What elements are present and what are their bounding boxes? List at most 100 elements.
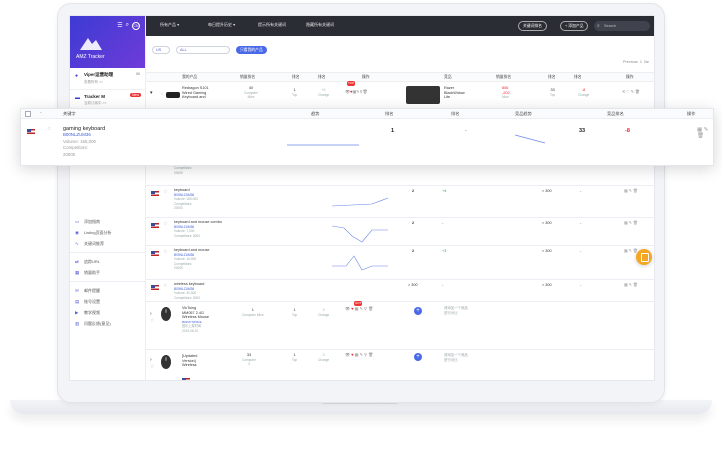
sidebar-item-url[interactable]: ⇄ 追踪URL: [70, 256, 145, 267]
col-comp-trend[interactable]: 竞品趋势: [515, 111, 532, 117]
keyword-rank-change: -: [465, 128, 467, 134]
trash-icon[interactable]: 🗑: [363, 89, 368, 94]
keyword-trend-sparkline: [332, 225, 388, 243]
collapse-icon[interactable]: ⌃: [39, 111, 43, 116]
col-trend[interactable]: 趋势: [311, 111, 319, 117]
add-product-button[interactable]: + 添加产品: [560, 21, 589, 31]
product-row[interactable]: › ☆ VicTsing MM057 2.4G Wireless Mouse B…: [146, 301, 654, 350]
row-action-icons[interactable]: ▦ ✎ 🗑: [624, 189, 638, 194]
previous-link[interactable]: Previous: [623, 60, 638, 64]
col-comp-rank2[interactable]: 排名: [574, 75, 582, 80]
col-rank[interactable]: 排名: [385, 111, 393, 117]
comp-keyword-rank: 33: [579, 128, 586, 134]
keyword-row[interactable]: Competitors: 20000: [146, 164, 654, 186]
keyword-rank-button[interactable]: 关键词排名: [518, 21, 547, 31]
category-select[interactable]: ALL: [176, 46, 230, 54]
comp-rank-change: -8 Change: [578, 88, 589, 97]
marketplace-select[interactable]: US: [152, 46, 170, 54]
top-bar: 所有产品 ▾ 每日提升历史 ▾ 提示所有关键词 隐藏所有关键词 关键词排名 + …: [146, 16, 654, 36]
search-icon: ⌕: [597, 23, 600, 29]
product-name[interactable]: VicTsing MM057 2.4G Wireless Mouse B01MY…: [182, 306, 209, 334]
keyword-row[interactable]: ☆ keyboard B00NLZUM36 Volume: 165,000 Co…: [146, 186, 654, 218]
sidebar-item-videos[interactable]: ▶ 教学视频: [70, 307, 145, 318]
search-icon[interactable]: ⌕: [126, 22, 129, 30]
my-products-button[interactable]: 只看我的产品: [236, 46, 267, 54]
card-action-icons[interactable]: ▦ ✎ 🗑: [697, 127, 713, 139]
select-all-checkbox[interactable]: [25, 111, 31, 117]
chat-button[interactable]: [636, 249, 652, 265]
action-icons[interactable]: 👁 ♥ ▦ ✎ ⚲ 🗑: [345, 352, 373, 358]
star-icon[interactable]: ☆: [150, 365, 154, 370]
action-icons[interactable]: 👁♥▦✎⚲🗑: [345, 89, 368, 95]
hint-line: 请添加一个竞品: [444, 353, 468, 357]
product-row[interactable]: ▾ ☆ Redragon S101 Wired Gaming Keyboard …: [146, 81, 654, 110]
col-keyword[interactable]: 关键字: [63, 111, 76, 117]
col-my-product[interactable]: 我的产品: [182, 75, 197, 80]
add-competitor-icon[interactable]: +: [414, 307, 422, 315]
star-icon[interactable]: ☆: [163, 189, 167, 195]
search-placeholder: Search: [604, 24, 617, 28]
col-rank2[interactable]: 排名: [318, 75, 326, 80]
row-action-icons[interactable]: ▦ ✎ 🗑: [624, 283, 638, 288]
page-number[interactable]: 1: [640, 60, 642, 64]
col-comp-sales[interactable]: 销量排名: [496, 75, 511, 80]
star-icon[interactable]: ☆: [47, 126, 51, 132]
keyword-info: gaming keyboard B00NLZUM36 Volume: 165,0…: [63, 126, 105, 158]
account-item-viper[interactable]: ● Viper运营助理 查看所有 >> 88: [70, 68, 145, 90]
sidebar-item-listing[interactable]: ◉ Listing页面分析: [70, 227, 145, 238]
product-name[interactable]: [Updated Version] Wireless: [182, 354, 197, 368]
menu-hide-keywords[interactable]: 隐藏所有关键词: [306, 22, 334, 28]
action-icons[interactable]: 👁 ♥ ▦ ✎ ⚲ 🗑: [345, 306, 373, 312]
col-rank[interactable]: 排名: [292, 75, 300, 80]
star-icon[interactable]: ☆: [163, 283, 167, 289]
sidebar-item-feedback[interactable]: ▥ 问题反馈(意见): [70, 318, 145, 329]
expand-chevron-icon[interactable]: ▾: [150, 91, 153, 96]
menu-icon[interactable]: ☰: [117, 22, 122, 30]
menu-all-products[interactable]: 所有产品 ▾: [160, 22, 179, 28]
tracker-icon: ▬: [75, 95, 80, 101]
star-icon[interactable]: ☆: [150, 319, 154, 324]
comp-action-icons[interactable]: ⟲ ♡ ✎ 🗑: [622, 90, 640, 95]
keyword-row[interactable]: ☆ wireless keyboard B00NLZUM36 Volume: 3…: [146, 280, 654, 302]
rank-change-label: Change: [318, 357, 330, 362]
add-competitor-icon[interactable]: +: [414, 353, 422, 361]
col-comp-rank[interactable]: 排名: [548, 75, 556, 80]
col-comp-rank[interactable]: 竞品排名: [607, 111, 624, 117]
competitor-name[interactable]: Razer BlackWidow Lite: [444, 86, 465, 100]
star-icon[interactable]: ☆: [160, 92, 163, 97]
top-badge: TOP: [347, 81, 356, 86]
sidebar-item-sales[interactable]: ▦ 销量助手: [70, 267, 145, 278]
comp-keyword-change: -: [580, 249, 582, 253]
next-link[interactable]: Ne: [644, 60, 649, 64]
sidebar-item-guide[interactable]: ▭ 添加指南: [70, 216, 145, 227]
keyword-info: wireless keyboard B00NLZUM36 Volume: 30,…: [174, 282, 204, 300]
menu-show-keywords[interactable]: 提示所有关键词: [258, 22, 286, 28]
sidebar-item-label: 销量助手: [84, 270, 100, 275]
col-rank2[interactable]: 排名: [451, 111, 459, 117]
row-action-icons[interactable]: ▦ ✎ 🗑: [624, 221, 638, 226]
product-row[interactable]: › ☆ [Updated Version] Wireless 33 Comput…: [146, 350, 654, 380]
star-icon[interactable]: ☆: [163, 249, 167, 255]
keyword-row[interactable]: ☆ keyboard and mouse combo B00NLZUM36 Vo…: [146, 218, 654, 246]
comp-rank-top: 33 Top: [550, 88, 555, 97]
competitor-name-line: Lite: [444, 95, 451, 100]
keyword-detail-card: ⌃ 关键字 趋势 排名 排名 竞品趋势 竞品排名 操作 ☆ gaming key…: [20, 108, 714, 166]
col-sales-rank[interactable]: 销量排名: [240, 75, 255, 80]
account-count: 88: [136, 72, 140, 76]
expand-chevron-icon[interactable]: ›: [150, 358, 152, 363]
sidebar-item-keywords[interactable]: ∿ 关键词推荐: [70, 238, 145, 249]
col-competitor[interactable]: 竞品: [444, 75, 452, 80]
sidebar-item-email[interactable]: ✉ 邮件提醒: [70, 285, 145, 296]
keyword-info: keyboard B00NLZUM36 Volume: 165,000 Comp…: [174, 188, 198, 211]
search-input[interactable]: ⌕ Search: [594, 21, 650, 31]
product-name[interactable]: Redragon S101 Wired Gaming Keyboard and: [182, 86, 209, 100]
expand-chevron-icon[interactable]: ›: [150, 312, 152, 317]
language-icon[interactable]: CN: [132, 22, 140, 30]
keyword-row[interactable]: ☆ keyboard and mouse B00NLZUM36 Volume: …: [146, 246, 654, 280]
sidebar-item-settings[interactable]: ▤ 账号设置: [70, 296, 145, 307]
rank-label: Top: [292, 92, 298, 97]
sidebar-item-label: 问题反馈(意见): [84, 321, 111, 326]
star-icon[interactable]: ☆: [163, 221, 167, 227]
marketing-mockup: AMZ Tracker ☰ ⌕ CN ● Viper运营助理 查看所有 >> 8…: [0, 0, 722, 474]
menu-daily-history[interactable]: 每日提升历史 ▾: [208, 22, 235, 28]
